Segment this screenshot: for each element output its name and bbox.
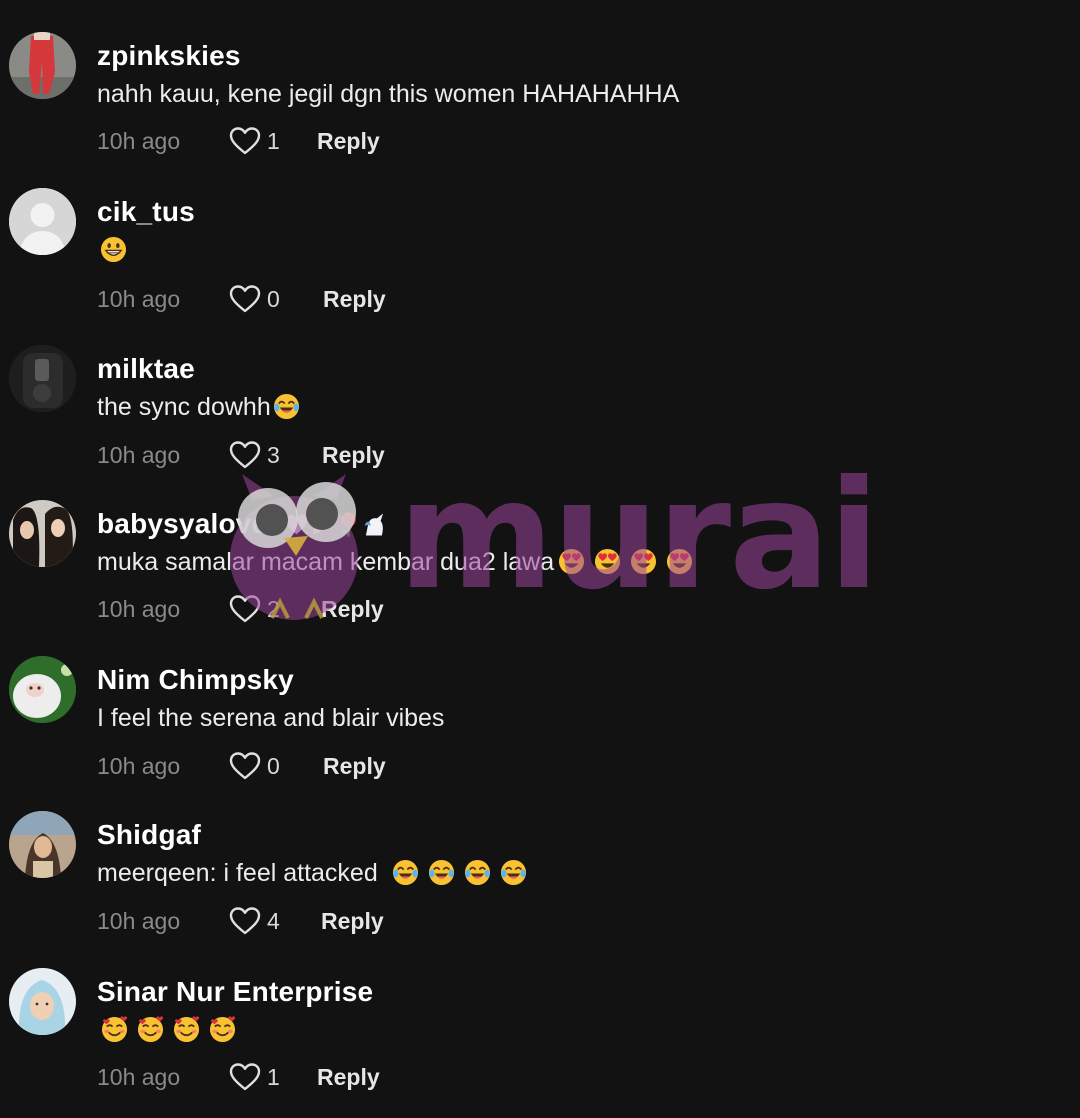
reply-button[interactable]: Reply xyxy=(321,596,384,623)
avatar-default-person xyxy=(9,188,76,255)
comment-text xyxy=(101,1016,245,1045)
comment-username[interactable]: zpinkskies xyxy=(97,40,241,72)
comment-item: cik_tus 10h ago 0 Reply xyxy=(0,188,1080,338)
heart-eyes-emoji xyxy=(666,548,693,575)
avatar-girl-outdoor-photo xyxy=(9,811,76,878)
like-count: 1 xyxy=(267,1063,280,1090)
username-text: babysyalove xyxy=(97,508,268,539)
heart-outline-icon xyxy=(229,907,261,935)
tears-of-joy-emoji xyxy=(392,859,419,886)
like-button[interactable]: 3 xyxy=(229,440,280,470)
like-button[interactable]: 1 xyxy=(229,126,280,156)
like-count: 1 xyxy=(267,127,280,154)
avatar[interactable] xyxy=(9,656,76,723)
comment-meta: 10h ago 0 Reply xyxy=(97,284,697,316)
comment-item: milktae the sync dowhh 10h ago 3 Reply xyxy=(0,345,1080,495)
heart-outline-icon xyxy=(229,285,261,313)
comment-text-content: the sync dowhh xyxy=(97,393,271,421)
pencil-emoji xyxy=(309,511,334,535)
comment-text: muka samalar macam kembar dua2 lawa xyxy=(97,548,702,577)
avatar[interactable] xyxy=(9,188,76,255)
heart-eyes-emoji xyxy=(594,548,621,575)
heart-outline-icon xyxy=(229,127,261,155)
comment-meta: 10h ago 1 Reply xyxy=(97,1062,697,1094)
comment-time: 10h ago xyxy=(97,753,181,779)
heart-eyes-emoji xyxy=(558,548,585,575)
smiling-hearts-emoji xyxy=(209,1016,236,1043)
comment-meta: 10h ago 0 Reply xyxy=(97,751,697,783)
comment-username[interactable]: Nim Chimpsky xyxy=(97,664,294,696)
smiling-hearts-emoji xyxy=(101,1016,128,1043)
reply-button[interactable]: Reply xyxy=(323,753,386,780)
avatar[interactable] xyxy=(9,811,76,878)
comment-time: 10h ago xyxy=(97,1064,181,1090)
like-count: 0 xyxy=(267,285,280,312)
comment-username[interactable]: Sinar Nur Enterprise xyxy=(97,976,373,1008)
comment-meta: 10h ago 3 Reply xyxy=(97,440,697,472)
tears-of-joy-emoji xyxy=(500,859,527,886)
comment-meta: 10h ago 2 Reply xyxy=(97,594,697,626)
comment-item: Sinar Nur Enterprise 10h ago 1 Reply xyxy=(0,968,1080,1118)
comment-time: 10h ago xyxy=(97,908,181,934)
tears-of-joy-emoji xyxy=(464,859,491,886)
heart-outline-icon xyxy=(229,752,261,780)
reply-button[interactable]: Reply xyxy=(317,128,380,155)
like-count: 2 xyxy=(267,595,280,622)
heart-outline-icon xyxy=(229,1063,261,1091)
avatar-mirror-selfie-photo xyxy=(9,345,76,412)
grinning-face-emoji xyxy=(100,236,127,263)
comment-meta: 10h ago 1 Reply xyxy=(97,126,697,158)
like-count: 0 xyxy=(267,752,280,779)
like-count: 3 xyxy=(267,441,280,468)
comment-text: I feel the serena and blair vibes xyxy=(97,704,445,732)
comment-text-content: meerqeen: i feel attacked xyxy=(97,859,378,887)
comment-time: 10h ago xyxy=(97,442,181,468)
like-button[interactable]: 0 xyxy=(229,284,280,314)
comment-text: the sync dowhh xyxy=(97,393,309,422)
heart-outline-icon xyxy=(229,441,261,469)
hearts-emoji xyxy=(283,511,308,535)
reply-button[interactable]: Reply xyxy=(322,442,385,469)
avatar[interactable] xyxy=(9,500,76,567)
comment-username[interactable]: Shidgaf xyxy=(97,819,201,851)
like-button[interactable]: 0 xyxy=(229,751,280,781)
heart-outline-icon xyxy=(229,595,261,623)
reply-button[interactable]: Reply xyxy=(317,1064,380,1091)
comment-time: 10h ago xyxy=(97,286,181,312)
comment-username[interactable]: milktae xyxy=(97,353,195,385)
comment-item: Shidgaf meerqeen: i feel attacked 10h ag… xyxy=(0,811,1080,961)
comment-item: babysyalove muka samalar macam kembar du… xyxy=(0,500,1080,650)
like-button[interactable]: 2 xyxy=(229,594,280,624)
avatar-white-monkey-photo xyxy=(9,656,76,723)
comment-time: 10h ago xyxy=(97,596,181,622)
avatar[interactable] xyxy=(9,345,76,412)
smiling-hearts-emoji xyxy=(173,1016,200,1043)
comment-text-content: muka samalar macam kembar dua2 lawa xyxy=(97,548,555,576)
comment-text xyxy=(100,236,136,265)
avatar[interactable] xyxy=(9,32,76,99)
avatar-red-pants-photo xyxy=(9,32,76,99)
avatar-hijab-woman-photo xyxy=(9,968,76,1035)
comment-username[interactable]: cik_tus xyxy=(97,196,195,228)
comment-text: nahh kauu, kene jegil dgn this women HAH… xyxy=(97,80,680,108)
reply-button[interactable]: Reply xyxy=(321,908,384,935)
unicorn-emoji xyxy=(361,511,384,536)
comment-text: meerqeen: i feel attacked xyxy=(97,859,536,888)
avatar[interactable] xyxy=(9,968,76,1035)
heart-eyes-emoji xyxy=(630,548,657,575)
reply-button[interactable]: Reply xyxy=(323,286,386,313)
like-button[interactable]: 4 xyxy=(229,906,280,936)
comment-meta: 10h ago 4 Reply xyxy=(97,906,697,938)
tears-of-joy-emoji xyxy=(273,393,300,420)
comment-username[interactable]: babysyalove xyxy=(97,508,392,540)
comment-item: Nim Chimpsky I feel the serena and blair… xyxy=(0,656,1080,806)
comment-item: zpinkskies nahh kauu, kene jegil dgn thi… xyxy=(0,32,1080,182)
avatar-two-girls-photo xyxy=(9,500,76,567)
tears-of-joy-emoji xyxy=(428,859,455,886)
comment-time: 10h ago xyxy=(97,128,181,154)
like-count: 4 xyxy=(267,907,280,934)
like-button[interactable]: 1 xyxy=(229,1062,280,1092)
rose-emoji xyxy=(335,511,357,537)
smiling-hearts-emoji xyxy=(137,1016,164,1043)
